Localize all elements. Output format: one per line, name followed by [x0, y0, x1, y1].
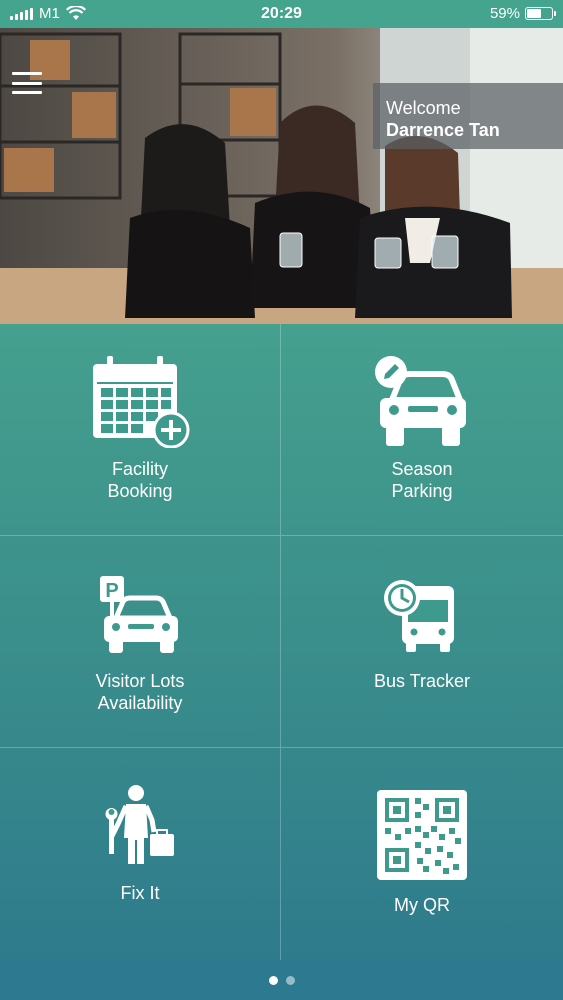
- battery-fill: [527, 9, 542, 18]
- tile-label-line2: Booking: [107, 481, 173, 501]
- tile-bus-tracker[interactable]: Bus Tracker: [281, 536, 563, 748]
- bus-clock-icon: [281, 578, 563, 654]
- tile-label-line1: Fix It: [120, 883, 160, 903]
- status-bar: M1 20:29 59%: [0, 0, 563, 28]
- tile-season-parking-label: Season Parking: [281, 458, 563, 502]
- tile-label-line1: Season: [391, 459, 453, 479]
- tile-label-line1: Visitor Lots: [95, 671, 185, 691]
- battery-group: 59%: [489, 5, 556, 22]
- tile-fix-it-label: Fix It: [0, 882, 280, 904]
- welcome-label: Welcome: [386, 98, 461, 118]
- tile-visitor-lots-label: Visitor Lots Availability: [0, 670, 280, 714]
- hero-photo: [0, 28, 563, 324]
- tile-label-line1: Facility: [111, 459, 168, 479]
- hero-banner: Welcome Darrence Tan: [0, 28, 563, 324]
- bottom-bar: [0, 960, 563, 1000]
- qr-code-icon: [281, 788, 563, 882]
- calendar-add-icon: [0, 354, 280, 448]
- tile-fix-it[interactable]: Fix It: [0, 748, 281, 960]
- tile-my-qr-label: My QR: [281, 894, 563, 916]
- status-time: 20:29: [261, 5, 302, 22]
- tile-facility-booking[interactable]: Facility Booking: [0, 324, 281, 536]
- tile-visitor-lots[interactable]: P Visitor Lots Availability: [0, 536, 281, 748]
- tile-bus-tracker-label: Bus Tracker: [281, 670, 563, 692]
- svg-text:P: P: [105, 580, 118, 602]
- welcome-box: Welcome Darrence Tan: [373, 83, 563, 149]
- feature-grid: Facility Booking Season Parking P Visito…: [0, 324, 563, 960]
- tile-label-line2: Availability: [97, 693, 183, 713]
- page-indicator[interactable]: [0, 976, 563, 985]
- hamburger-menu-icon[interactable]: [12, 72, 42, 94]
- battery-percent: 59%: [489, 5, 520, 22]
- tile-label-line1: Bus Tracker: [373, 671, 471, 691]
- tile-label-line2: Parking: [391, 481, 453, 501]
- battery-icon: [525, 7, 556, 20]
- user-name: Darrence Tan: [386, 120, 500, 140]
- tile-my-qr[interactable]: My QR: [281, 748, 563, 960]
- parking-car-icon: P: [0, 574, 280, 654]
- tile-season-parking[interactable]: Season Parking: [281, 324, 563, 536]
- tile-label-line1: My QR: [394, 895, 450, 915]
- page-dot[interactable]: [268, 976, 278, 985]
- tile-facility-booking-label: Facility Booking: [0, 458, 280, 502]
- repairman-icon: [0, 784, 280, 866]
- page-dot[interactable]: [285, 976, 295, 985]
- car-edit-icon: [281, 354, 563, 448]
